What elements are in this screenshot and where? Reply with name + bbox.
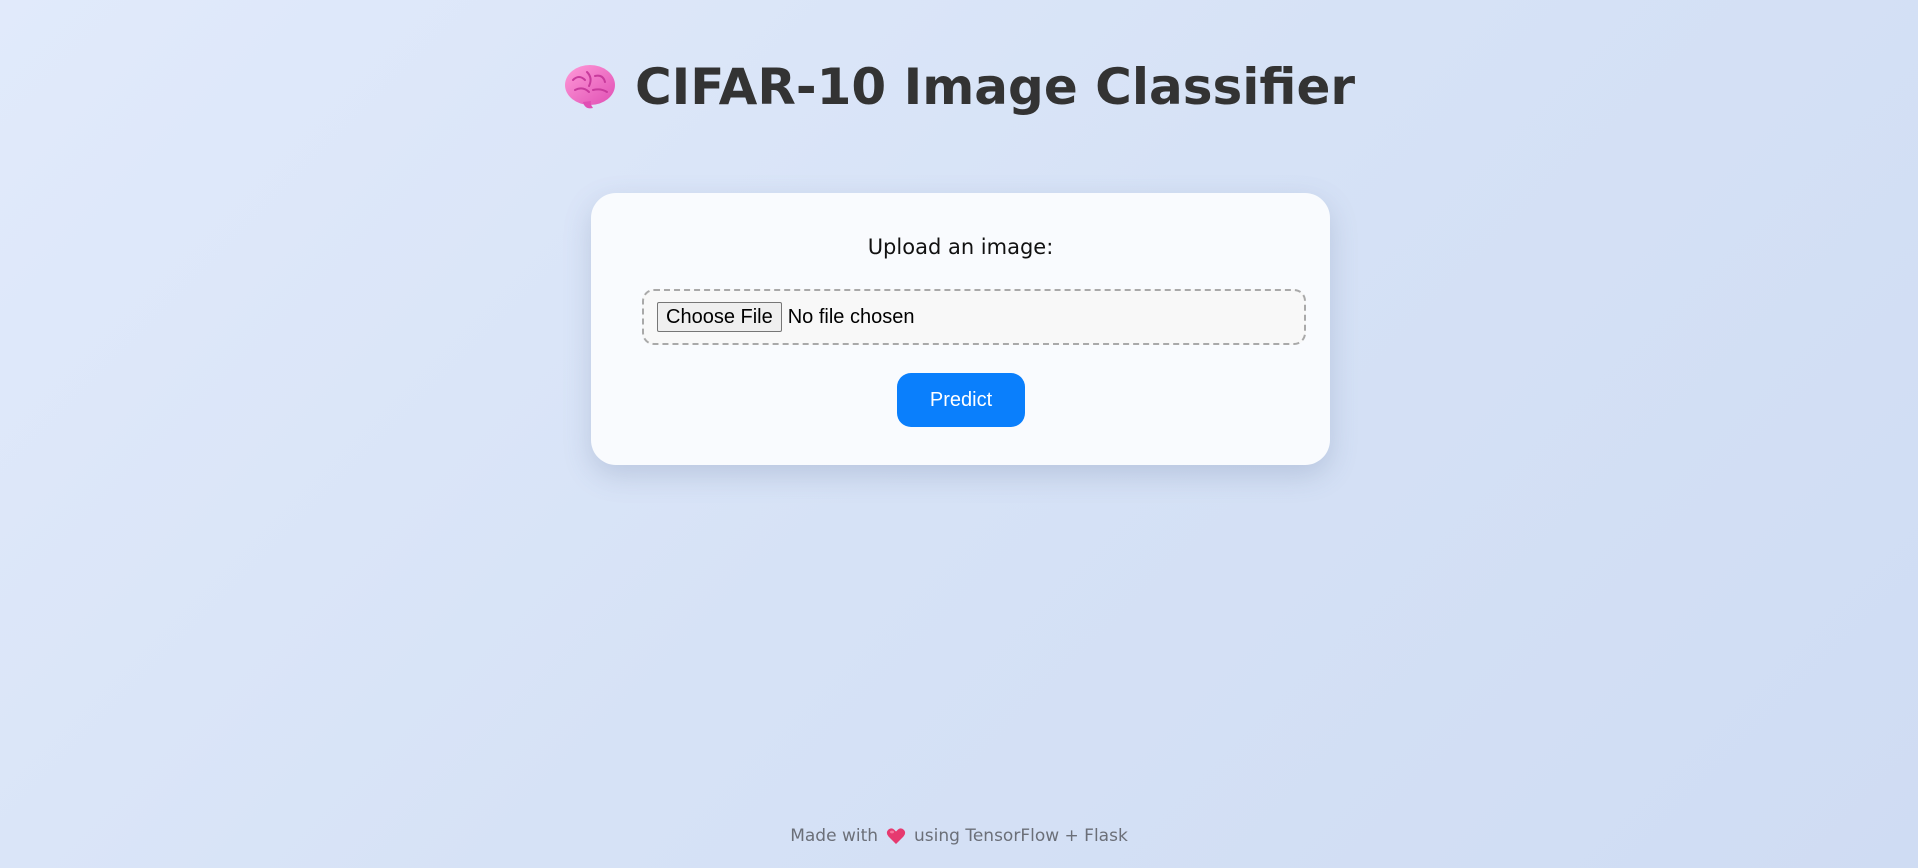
predict-button[interactable]: Predict [897, 373, 1025, 427]
file-input[interactable]: Choose File No file chosen [642, 289, 1306, 345]
page-header: CIFAR-10 Image Classifier [0, 52, 1918, 122]
footer-suffix: using TensorFlow + Flask [914, 826, 1128, 846]
page-title: CIFAR-10 Image Classifier [634, 58, 1356, 116]
file-status: No file chosen [787, 305, 915, 328]
footer-prefix: Made with [790, 826, 879, 846]
brain-icon [563, 62, 617, 112]
upload-label: Upload an image: [867, 235, 1054, 259]
heart-icon [886, 827, 906, 845]
upload-card: Upload an image: Choose File No file cho… [591, 193, 1330, 465]
footer: Made with using TensorFlow + Flask [0, 826, 1918, 846]
choose-file-button[interactable]: Choose File [657, 302, 782, 332]
